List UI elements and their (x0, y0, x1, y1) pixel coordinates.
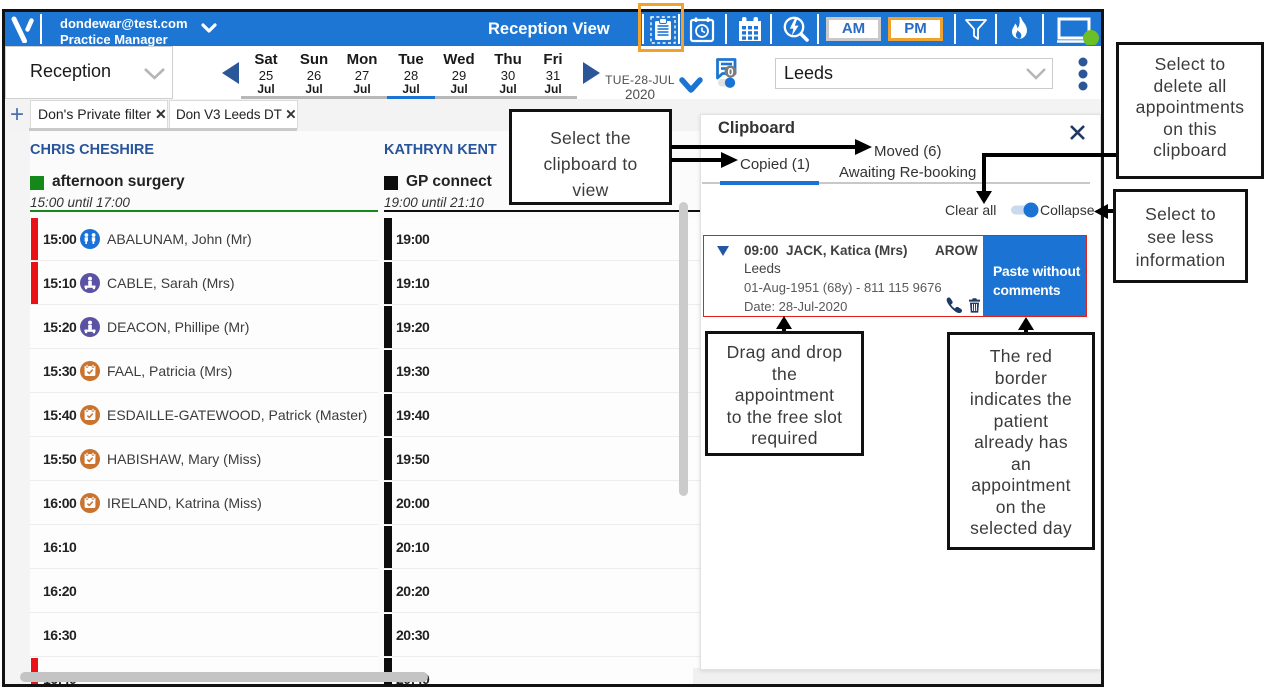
svg-text:0: 0 (727, 66, 733, 78)
